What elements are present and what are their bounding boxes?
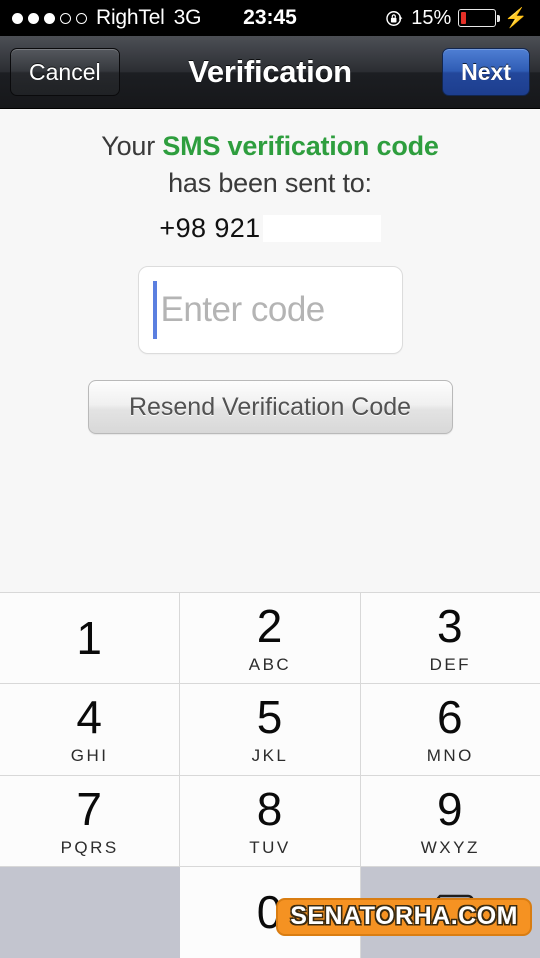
keypad-row: 7 PQRS 8 TUV 9 WXYZ: [0, 775, 540, 867]
keypad-digit-label: 1: [76, 612, 103, 665]
network-type-label: 3G: [173, 6, 202, 29]
keypad-digit-label: 9: [437, 782, 464, 835]
signal-dot: [76, 12, 87, 24]
keypad-key-5[interactable]: 5 JKL: [180, 684, 361, 776]
signal-dot: [12, 12, 23, 24]
phone-number-redaction: [262, 215, 381, 242]
keypad-letters-label: JKL: [251, 746, 289, 766]
lightning-bolt-icon: ⚡: [504, 7, 528, 29]
keypad-digit-label: 8: [256, 782, 284, 835]
keypad-key-7[interactable]: 7 PQRS: [0, 775, 181, 867]
next-button[interactable]: Next: [442, 48, 530, 96]
signal-strength-icon: [12, 12, 87, 24]
battery-percent-label: 15%: [411, 6, 452, 29]
status-bar-left: RighTel 3G: [12, 6, 201, 30]
battery-fill: [461, 12, 467, 24]
phone-number-row: +98 921: [159, 213, 381, 244]
keypad-digit-label: 3: [437, 600, 464, 653]
cancel-button[interactable]: Cancel: [10, 48, 120, 96]
keypad-digit-label: 2: [256, 600, 284, 653]
keypad-digit-label: 5: [256, 691, 284, 744]
keypad-letters-label: GHI: [70, 746, 109, 766]
keypad-key-1[interactable]: 1: [0, 593, 181, 685]
phone-screen: RighTel 3G 23:45 15% ⚡ Cancel Verificati…: [0, 0, 540, 958]
keypad-letters-label: MNO: [426, 746, 474, 766]
keypad-letters-label: PQRS: [60, 837, 119, 857]
rotation-lock-icon: [386, 10, 403, 26]
navigation-bar: Cancel Verification Next: [0, 36, 540, 109]
status-bar-right: 15% ⚡: [385, 7, 528, 30]
keypad-letters-label: WXYZ: [420, 837, 480, 857]
verification-code-input[interactable]: Enter code: [137, 266, 403, 354]
keypad-key-3[interactable]: 3 DEF: [360, 593, 540, 685]
keypad-blank-cell: [0, 866, 181, 958]
message-line-1: Your SMS verification code: [101, 131, 439, 162]
phone-number-label: +98 921: [159, 213, 261, 243]
keypad-letters-label: ABC: [248, 655, 292, 675]
carrier-label: RighTel: [96, 6, 165, 29]
text-cursor: [152, 281, 157, 339]
watermark-badge: SENATORHA.COM: [276, 898, 532, 936]
signal-dot: [44, 12, 55, 24]
message-prefix: Your: [101, 131, 163, 161]
keypad-digit-label: 6: [437, 691, 464, 744]
keypad-letters-label: TUV: [249, 837, 291, 857]
keypad-key-2[interactable]: 2 ABC: [180, 593, 361, 685]
keypad-key-9[interactable]: 9 WXYZ: [360, 775, 540, 867]
battery-icon: [458, 9, 501, 27]
verification-code-placeholder: Enter code: [160, 290, 326, 329]
message-highlight: SMS verification code: [162, 131, 439, 161]
keypad-key-6[interactable]: 6 MNO: [360, 684, 540, 776]
keypad-row: 4 GHI 5 JKL 6 MNO: [0, 684, 540, 776]
keypad-key-8[interactable]: 8 TUV: [180, 775, 361, 867]
message-line-2: has been sent to:: [168, 168, 372, 198]
watermark-label: SENATORHA.COM: [290, 902, 518, 930]
keypad-digit-label: 7: [76, 782, 103, 835]
keypad-digit-label: 4: [76, 691, 103, 744]
signal-dot: [28, 12, 39, 24]
status-bar: RighTel 3G 23:45 15% ⚡: [0, 0, 540, 36]
signal-dot: [60, 12, 71, 24]
keypad-row: 1 2 ABC 3 DEF: [0, 593, 540, 685]
content-area: Your SMS verification code has been sent…: [0, 109, 540, 614]
keypad-letters-label: DEF: [429, 655, 472, 675]
keypad-key-4[interactable]: 4 GHI: [0, 684, 181, 776]
resend-verification-code-button[interactable]: Resend Verification Code: [87, 380, 453, 434]
